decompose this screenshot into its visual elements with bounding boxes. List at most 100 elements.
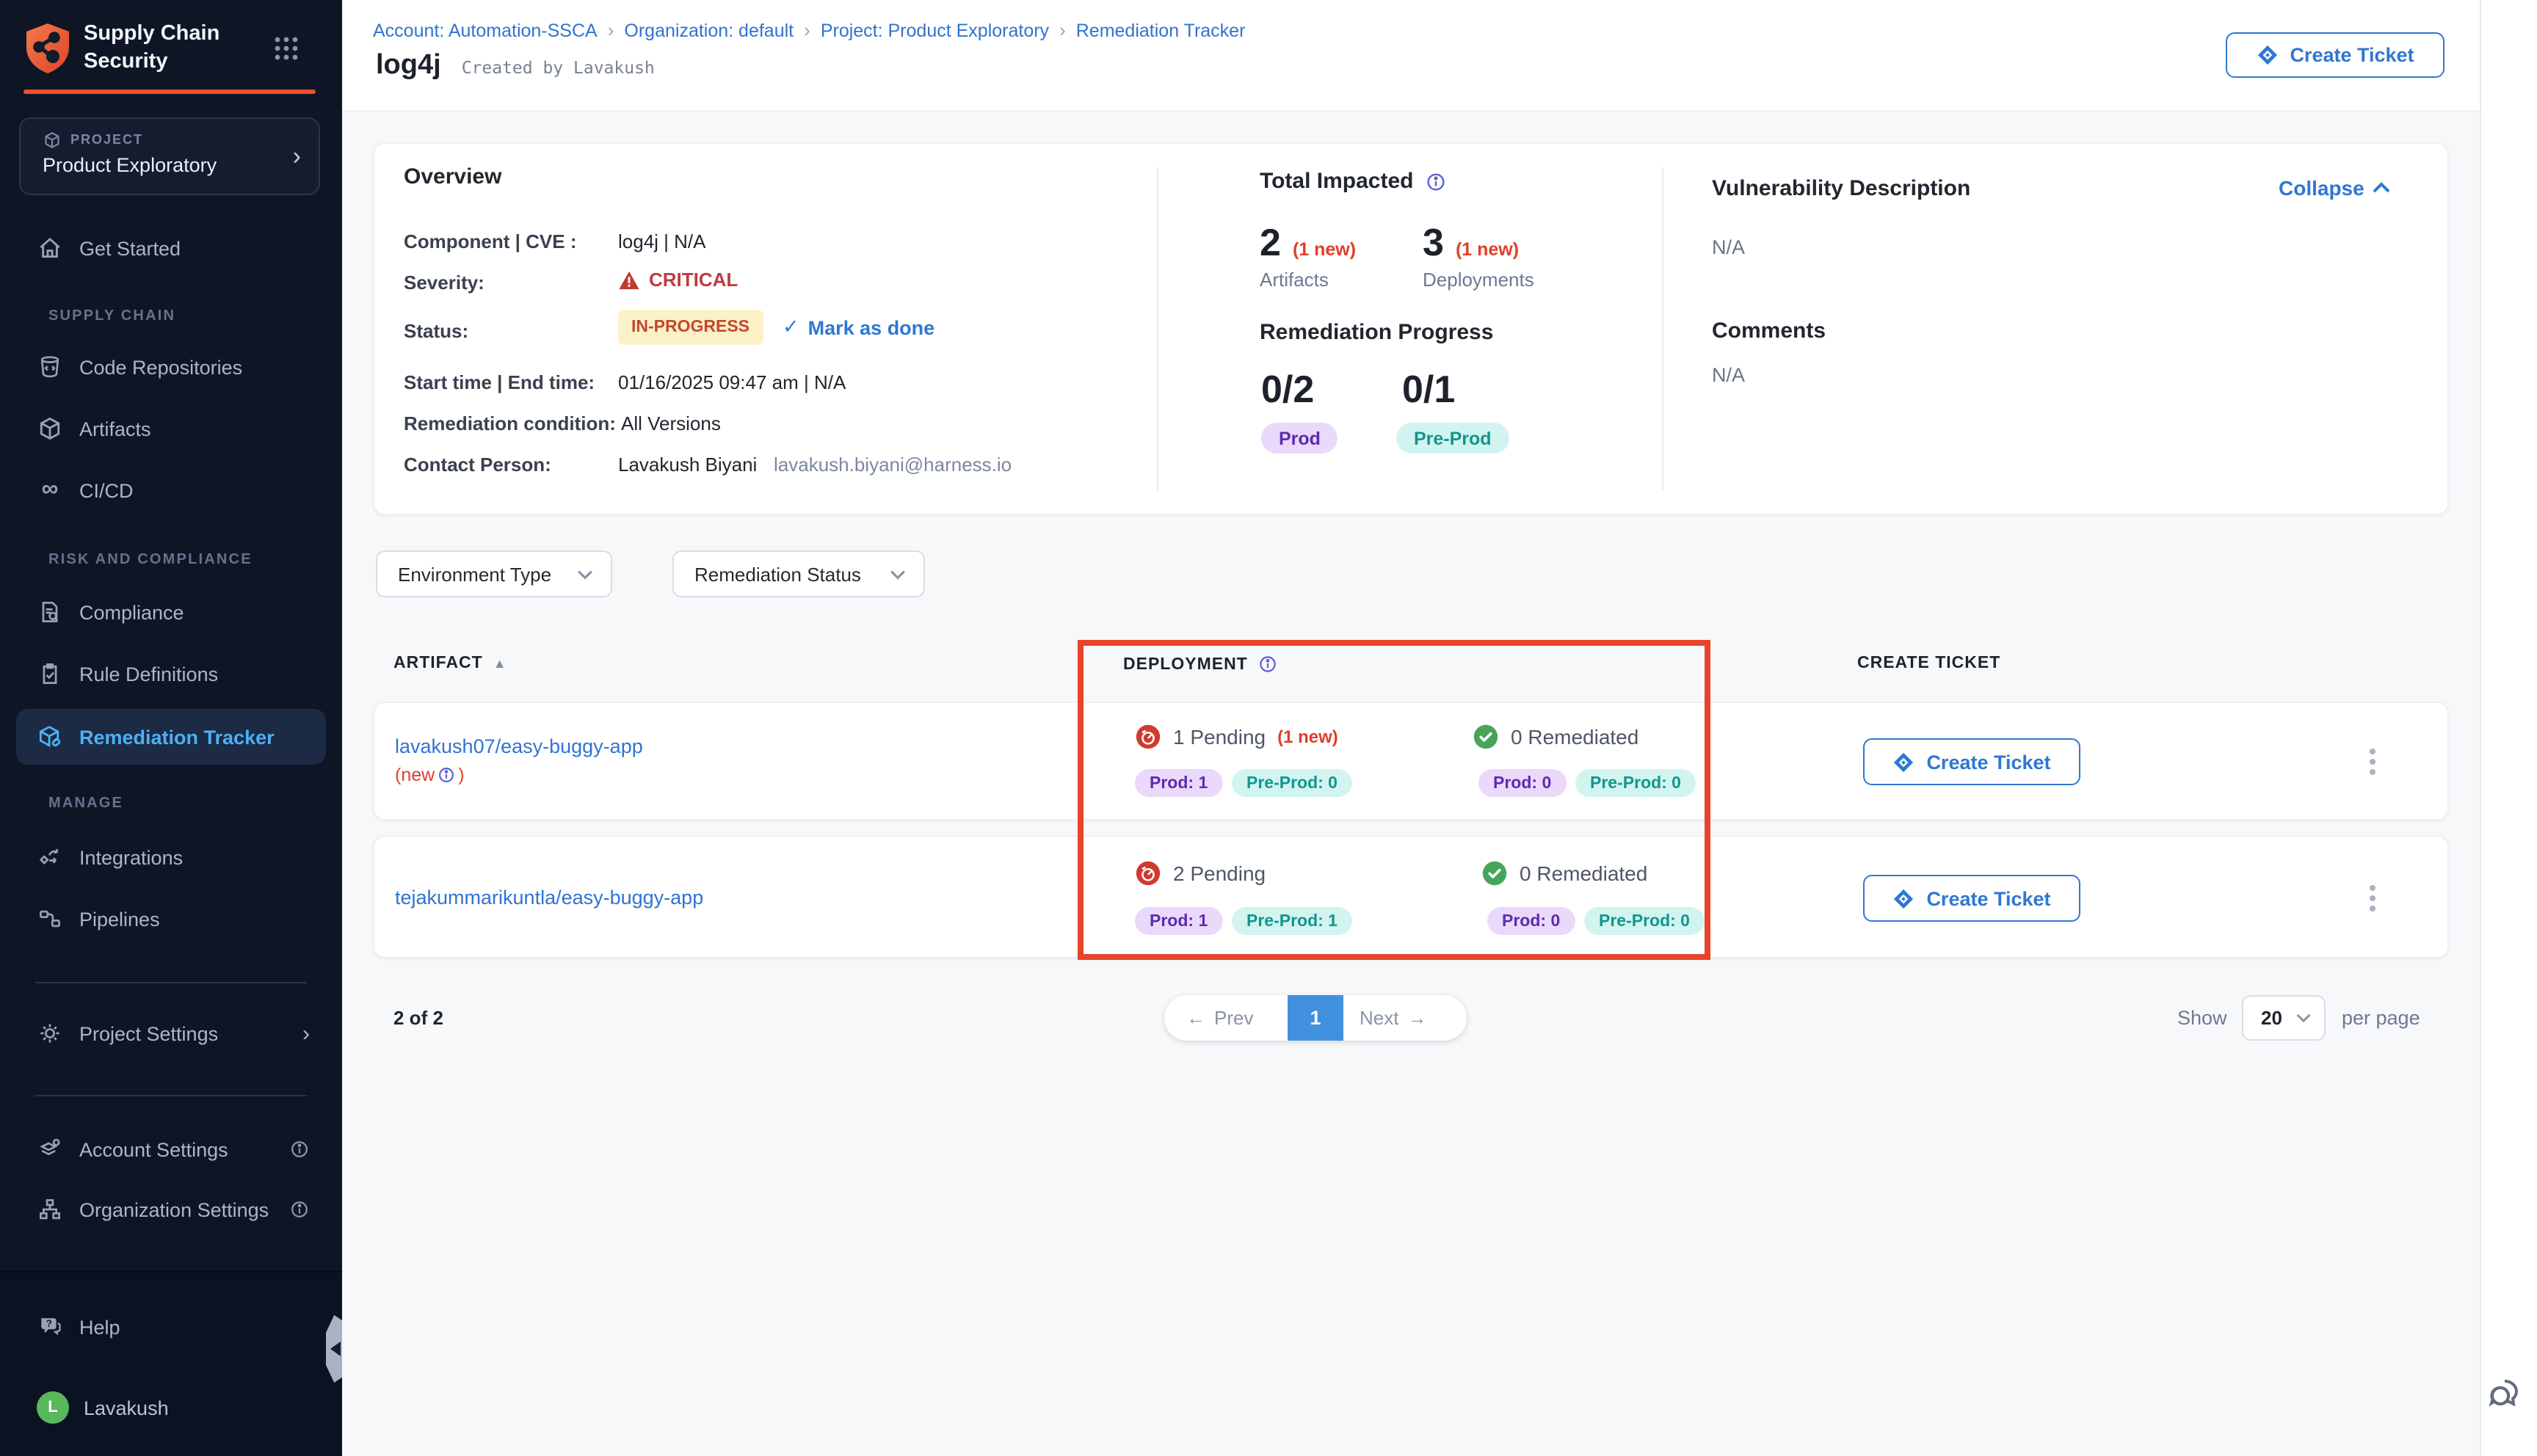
artifact-link[interactable]: lavakush07/easy-buggy-app bbox=[395, 735, 643, 757]
scroll-gutter bbox=[2480, 0, 2537, 1456]
sidebar-divider bbox=[35, 982, 307, 983]
pending-preprod-badge: Pre-Prod: 1 bbox=[1232, 907, 1352, 935]
sidebar-item-code-repositories[interactable]: Code Repositories bbox=[0, 342, 342, 392]
chat-bubbles-icon[interactable] bbox=[2486, 1371, 2533, 1418]
sidebar-item-compliance[interactable]: Compliance bbox=[0, 587, 342, 637]
app-title: Supply ChainSecurity bbox=[84, 21, 219, 76]
breadcrumb-current[interactable]: Remediation Tracker bbox=[1076, 20, 1246, 40]
environment-type-filter[interactable]: Environment Type bbox=[376, 550, 612, 597]
breadcrumb: Account: Automation-SSCA › Organization:… bbox=[373, 19, 1245, 41]
create-ticket-header-label: CREATE TICKET bbox=[1857, 655, 2000, 672]
project-label: PROJECT bbox=[70, 132, 143, 147]
info-icon[interactable] bbox=[438, 766, 455, 784]
row-menu-kebab[interactable] bbox=[2364, 743, 2381, 781]
breadcrumb-account[interactable]: Account: Automation-SSCA bbox=[373, 20, 598, 40]
prev-page-button[interactable]: ← Prev bbox=[1186, 995, 1253, 1041]
breadcrumb-organization[interactable]: Organization: default bbox=[624, 20, 794, 40]
sidebar-item-pipelines[interactable]: Pipelines bbox=[0, 894, 342, 944]
sidebar-item-label: Rule Definitions bbox=[79, 663, 218, 685]
create-ticket-button-row[interactable]: Create Ticket bbox=[1863, 738, 2080, 785]
create-ticket-button-header[interactable]: Create Ticket bbox=[2226, 32, 2445, 78]
environment-type-label: Environment Type bbox=[398, 563, 551, 585]
organization-settings-icon bbox=[37, 1196, 63, 1223]
pending-prod-badge: Prod: 1 bbox=[1135, 769, 1222, 797]
remediated-preprod-badge: Pre-Prod: 0 bbox=[1584, 907, 1705, 935]
mark-as-done-link[interactable]: ✓ Mark as done bbox=[783, 316, 934, 339]
time-label: Start time | End time: bbox=[404, 371, 595, 393]
show-label: Show bbox=[2177, 1007, 2227, 1029]
collapse-label: Collapse bbox=[2279, 176, 2364, 200]
info-icon[interactable] bbox=[1426, 171, 1446, 192]
chevron-right-icon: › bbox=[302, 1021, 310, 1046]
next-page-button[interactable]: Next → bbox=[1360, 995, 1426, 1041]
condition-label: Remediation condition: bbox=[404, 412, 616, 434]
sidebar-item-organization-settings[interactable]: Organization Settings bbox=[0, 1184, 342, 1234]
remediated-icon bbox=[1481, 860, 1508, 887]
info-icon[interactable] bbox=[1258, 655, 1277, 674]
sidebar-item-integrations[interactable]: Integrations bbox=[0, 832, 342, 882]
artifact-link[interactable]: tejakummarikuntla/easy-buggy-app bbox=[395, 887, 703, 909]
info-icon[interactable] bbox=[289, 1139, 310, 1160]
current-page-button[interactable]: 1 bbox=[1288, 995, 1343, 1041]
preprod-progress-badge: Pre-Prod bbox=[1396, 423, 1509, 454]
jira-diamond-icon bbox=[1892, 751, 1914, 773]
create-ticket-label: Create Ticket bbox=[1926, 751, 2050, 773]
sidebar-item-label: Pipelines bbox=[79, 908, 160, 930]
project-selector[interactable]: PROJECT Product Exploratory › bbox=[19, 117, 320, 195]
contact-email[interactable]: lavakush.biyani@harness.io bbox=[774, 454, 1012, 476]
sidebar-divider bbox=[35, 1095, 307, 1096]
remediated-count: 0 Remediated bbox=[1520, 862, 1647, 885]
remediated-prod-badge: Prod: 0 bbox=[1487, 907, 1575, 935]
sidebar-item-help[interactable]: ? Help bbox=[0, 1302, 342, 1352]
remediated-prod-badge: Prod: 0 bbox=[1478, 769, 1566, 797]
chevron-right-icon: › bbox=[293, 142, 301, 172]
check-icon: ✓ bbox=[783, 316, 799, 339]
breadcrumb-project[interactable]: Project: Product Exploratory bbox=[821, 20, 1049, 40]
total-impacted-heading: Total Impacted bbox=[1260, 169, 1414, 194]
sidebar-item-label: Code Repositories bbox=[79, 356, 242, 378]
create-ticket-button-row[interactable]: Create Ticket bbox=[1863, 875, 2080, 922]
info-icon[interactable] bbox=[289, 1199, 310, 1220]
clipboard-check-icon bbox=[37, 660, 63, 687]
sidebar-item-get-started[interactable]: Get Started bbox=[0, 223, 342, 273]
sidebar-item-remediation-tracker[interactable]: Remediation Tracker bbox=[16, 709, 326, 765]
page-size-select[interactable]: 20 bbox=[2242, 995, 2326, 1041]
new-tag-close: ) bbox=[458, 765, 464, 785]
svg-text:?: ? bbox=[46, 1318, 52, 1329]
sidebar-user[interactable]: L Lavakush bbox=[0, 1383, 342, 1433]
sidebar-item-artifacts[interactable]: Artifacts bbox=[0, 404, 342, 454]
remediation-progress-heading: Remediation Progress bbox=[1260, 320, 1493, 345]
module-grid-icon[interactable] bbox=[273, 35, 300, 62]
jira-diamond-icon bbox=[1892, 887, 1914, 909]
preprod-progress-value: 0/1 bbox=[1402, 367, 1455, 412]
pending-new: (1 new) bbox=[1277, 727, 1338, 747]
pending-count: 2 Pending bbox=[1173, 862, 1266, 885]
pending-count: 1 Pending bbox=[1173, 725, 1266, 749]
chevron-right-icon: › bbox=[598, 19, 625, 41]
sidebar-item-rule-definitions[interactable]: Rule Definitions bbox=[0, 649, 342, 699]
collapse-link[interactable]: Collapse bbox=[2279, 176, 2391, 200]
column-header-artifact[interactable]: ARTIFACT ▲ bbox=[393, 655, 507, 672]
sidebar-item-label: CI/CD bbox=[79, 479, 134, 501]
project-name: Product Exploratory bbox=[43, 154, 217, 176]
component-cve-value: log4j | N/A bbox=[618, 230, 706, 252]
brand-accent-rule bbox=[23, 90, 316, 94]
remediation-status-filter[interactable]: Remediation Status bbox=[672, 550, 925, 597]
comments-value: N/A bbox=[1712, 364, 1745, 386]
sort-ascending-icon[interactable]: ▲ bbox=[493, 656, 507, 671]
pending-icon bbox=[1135, 860, 1161, 887]
create-ticket-label: Create Ticket bbox=[2290, 44, 2414, 66]
table-row[interactable]: lavakush07/easy-buggy-app (new ) 1 Pendi… bbox=[373, 702, 2449, 820]
row-menu-kebab[interactable] bbox=[2364, 879, 2381, 917]
avatar: L bbox=[37, 1391, 69, 1424]
sidebar-item-cicd[interactable]: ∞ CI/CD bbox=[0, 465, 342, 515]
remediation-tracker-icon bbox=[37, 724, 63, 750]
sidebar-item-account-settings[interactable]: Account Settings bbox=[0, 1124, 342, 1174]
sidebar: Supply ChainSecurity PROJECT Product Exp… bbox=[0, 0, 342, 1456]
prev-label: Prev bbox=[1214, 1007, 1253, 1029]
chevron-down-icon bbox=[890, 569, 906, 579]
vulnerability-description-heading: Vulnerability Description bbox=[1712, 176, 1970, 201]
sidebar-item-project-settings[interactable]: Project Settings › bbox=[0, 1008, 342, 1058]
table-row[interactable]: tejakummarikuntla/easy-buggy-app 2 Pendi… bbox=[373, 835, 2449, 958]
sidebar-item-label: Organization Settings bbox=[79, 1198, 269, 1220]
